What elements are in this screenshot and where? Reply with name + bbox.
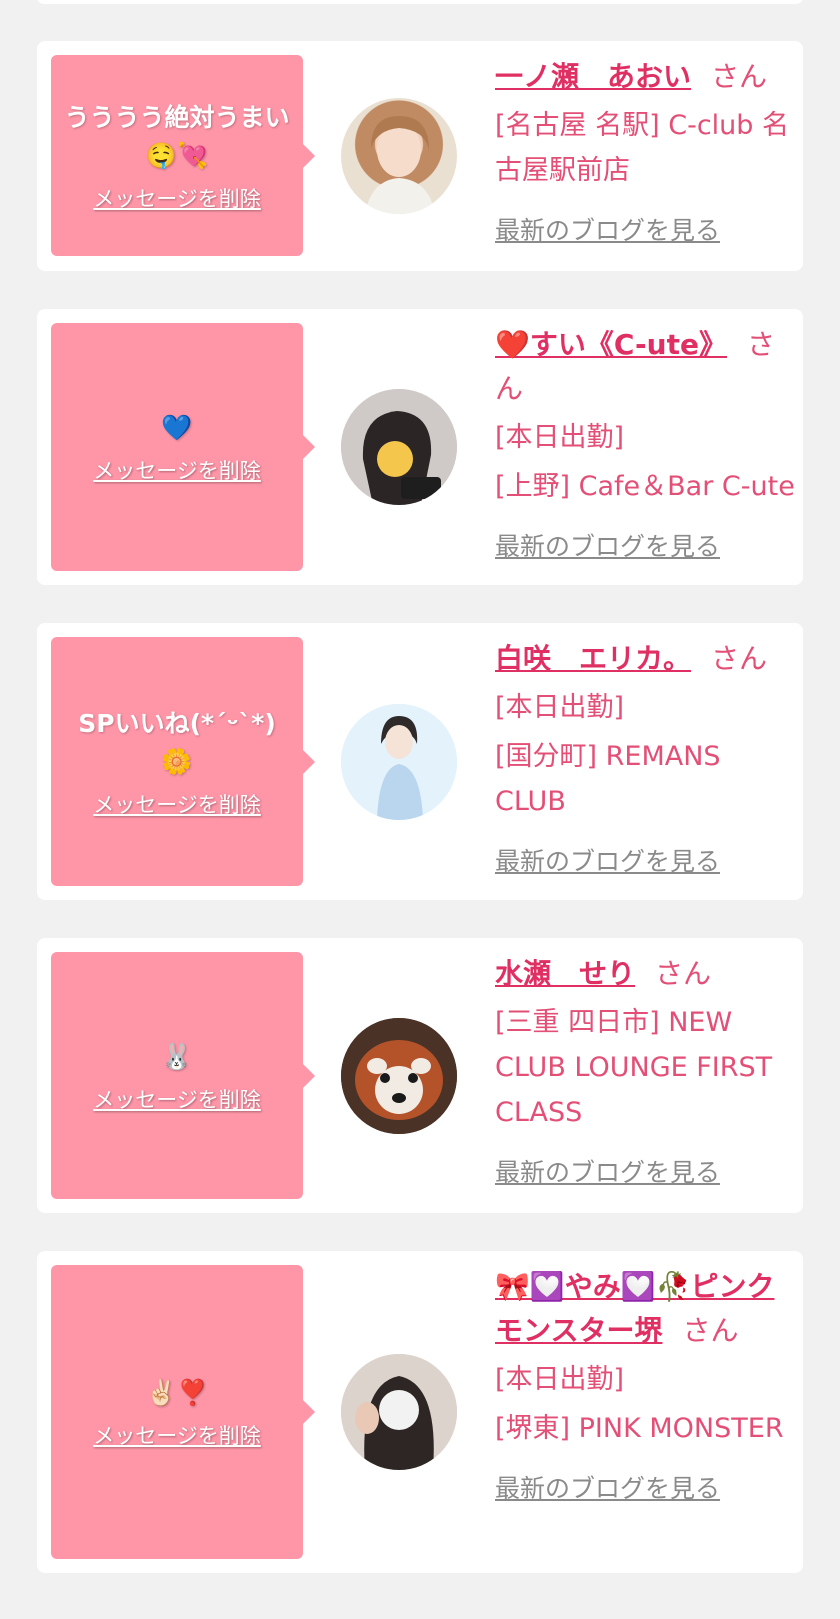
latest-blog-link[interactable]: 最新のブログを見る: [495, 1153, 795, 1189]
honorific: さん: [711, 60, 768, 93]
shop-line: [国分町] REMANS CLUB: [495, 741, 721, 817]
shop-line: [三重 四日市] NEW CLUB LOUNGE FIRST CLASS: [495, 1007, 773, 1128]
latest-blog-link[interactable]: 最新のブログを見る: [495, 211, 795, 247]
delete-message-link[interactable]: メッセージを削除: [93, 789, 261, 819]
cast-info: 一ノ瀬 あおい さん [名古屋 名駅] C-club 名古屋駅前店 最新のブログを…: [495, 55, 795, 247]
message-card: うううう絶対うまい🤤💘 メッセージを削除 一ノ瀬 あおい さん [名古屋 名駅] …: [37, 41, 803, 271]
cast-info: ❤️すい《C-ute》 さん [本日出勤] [上野] Cafe＆Bar C-ute…: [495, 323, 795, 563]
honorific: さん: [682, 1314, 739, 1347]
shop-line: [堺東] PINK MONSTER: [495, 1413, 784, 1444]
delete-message-link[interactable]: メッセージを削除: [93, 1084, 261, 1114]
cast-info: 白咲 エリカ。 さん [本日出勤] [国分町] REMANS CLUB 最新のブロ…: [495, 637, 795, 878]
message-bubble: 💙 メッセージを削除: [51, 323, 315, 571]
delete-message-link[interactable]: メッセージを削除: [93, 455, 261, 485]
status-line: [本日出勤]: [495, 1364, 625, 1395]
avatar[interactable]: [341, 1354, 457, 1470]
name-line: 白咲 エリカ。 さん: [495, 637, 795, 681]
message-text: SPいいね(*´ᵕ`*)🌼: [78, 708, 276, 776]
cast-name-link[interactable]: 白咲 エリカ。: [495, 642, 691, 675]
message-bubble: ✌🏻❣️ メッセージを削除: [51, 1265, 315, 1559]
avatar[interactable]: [341, 704, 457, 820]
message-card: 🐰 メッセージを削除 水瀬 せり さん [三重 四日市] NEW CLUB LOU…: [37, 938, 803, 1213]
name-line: 🎀💟やみ💟🥀ピンクモンスター堺 さん: [495, 1265, 795, 1353]
cast-info: 水瀬 せり さん [三重 四日市] NEW CLUB LOUNGE FIRST C…: [495, 952, 795, 1189]
delete-message-link[interactable]: メッセージを削除: [93, 1420, 261, 1450]
cast-info: 🎀💟やみ💟🥀ピンクモンスター堺 さん [本日出勤] [堺東] PINK MONST…: [495, 1265, 795, 1505]
avatar-image: [341, 704, 457, 820]
avatar[interactable]: [341, 1018, 457, 1134]
message-text: ✌🏻❣️: [145, 1378, 209, 1407]
avatar[interactable]: [341, 389, 457, 505]
message-card: 💙 メッセージを削除 ❤️すい《C-ute》 さん [本日出勤] [上野] Caf…: [37, 309, 803, 585]
cast-name-link[interactable]: 一ノ瀬 あおい: [495, 60, 691, 93]
message-bubble: うううう絶対うまい🤤💘 メッセージを削除: [51, 55, 315, 256]
name-line: 一ノ瀬 あおい さん: [495, 55, 795, 99]
message-card: ✌🏻❣️ メッセージを削除 🎀💟やみ💟🥀ピンクモンスター堺 さん [本日出勤] […: [37, 1251, 803, 1573]
message-bubble: 🐰 メッセージを削除: [51, 952, 315, 1199]
honorific: さん: [711, 642, 768, 675]
message-card: SPいいね(*´ᵕ`*)🌼 メッセージを削除 白咲 エリカ。 さん [本日出勤] …: [37, 623, 803, 900]
message-bubble: SPいいね(*´ᵕ`*)🌼 メッセージを削除: [51, 637, 315, 886]
cast-name-link[interactable]: ❤️すい《C-ute》: [495, 328, 727, 361]
avatar-image: [341, 1354, 457, 1470]
cast-name-link[interactable]: 水瀬 せり: [495, 957, 635, 990]
status-line: [本日出勤]: [495, 692, 625, 723]
latest-blog-link[interactable]: 最新のブログを見る: [495, 527, 795, 563]
avatar-image: [365, 116, 435, 214]
previous-card-edge: [37, 0, 803, 4]
avatar-image: [341, 389, 457, 505]
name-line: 水瀬 せり さん: [495, 952, 795, 996]
latest-blog-link[interactable]: 最新のブログを見る: [495, 1469, 795, 1505]
avatar-image: [341, 1018, 457, 1134]
latest-blog-link[interactable]: 最新のブログを見る: [495, 842, 795, 878]
delete-message-link[interactable]: メッセージを削除: [93, 183, 261, 213]
honorific: さん: [655, 957, 712, 990]
message-text: うううう絶対うまい🤤💘: [64, 102, 290, 170]
shop-line: [上野] Cafe＆Bar C-ute: [495, 471, 795, 502]
name-line: ❤️すい《C-ute》 さん: [495, 323, 795, 411]
avatar[interactable]: [341, 98, 457, 214]
message-text: 💙: [161, 413, 193, 442]
shop-line: [名古屋 名駅] C-club 名古屋駅前店: [495, 110, 790, 186]
status-line: [本日出勤]: [495, 422, 625, 453]
message-text: 🐰: [161, 1041, 193, 1071]
